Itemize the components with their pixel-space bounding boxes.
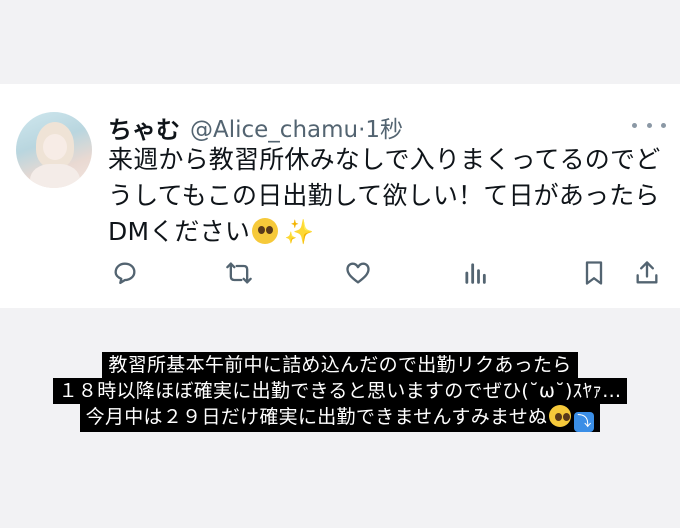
handle-and-time[interactable]: @Alice_chamu·1秒 xyxy=(190,110,403,144)
avatar[interactable] xyxy=(16,112,92,188)
retweet-icon[interactable] xyxy=(222,256,256,290)
more-dot xyxy=(646,122,652,128)
caption-line-1: 教習所基本午前中に詰め込んだので出勤リクあったら xyxy=(102,352,578,378)
avatar-face xyxy=(43,134,67,160)
caption-overlay: 教習所基本午前中に詰め込んだので出勤リクあったら １８時以降ほぼ確実に出勤できる… xyxy=(0,352,680,432)
display-name[interactable]: ちゃむ xyxy=(108,110,180,145)
caption-line-3: 今月中は２９日だけ確実に出勤できませんすみませぬ ⤵ xyxy=(79,404,601,432)
tweet-actions xyxy=(108,256,660,292)
more-dot xyxy=(661,122,666,128)
views-icon[interactable] xyxy=(458,256,492,290)
pleading-face-emoji xyxy=(549,405,572,427)
tweet-header: ちゃむ @Alice_chamu·1秒 xyxy=(108,110,403,145)
down-arrow-emoji: ⤵ xyxy=(574,412,595,432)
tweet-body: 来週から教習所休みなしで入りまくってるのでどうしてもこの日出勤して欲しい！て日が… xyxy=(108,145,661,246)
pleading-face-emoji xyxy=(252,218,279,244)
caption-line-3-text: 今月中は２９日だけ確実に出勤できませんすみませぬ xyxy=(85,406,548,428)
bookmark-icon[interactable] xyxy=(577,256,611,290)
avatar-body xyxy=(30,164,80,188)
more-dot xyxy=(632,122,637,128)
tweet-card[interactable]: ちゃむ @Alice_chamu·1秒 来週から教習所休みなしで入りまくってるの… xyxy=(0,84,680,308)
caption-line-2: １８時以降ほぼ確実に出勤できると思いますのでぜひ(˘ω˘)ｽﾔｧ… xyxy=(52,378,628,404)
reply-icon[interactable] xyxy=(108,256,142,290)
share-icon[interactable] xyxy=(630,256,664,290)
like-icon[interactable] xyxy=(341,256,375,290)
tweet-text: 来週から教習所休みなしで入りまくってるのでどうしてもこの日出勤して欲しい！て日が… xyxy=(108,142,668,250)
more-icon[interactable] xyxy=(632,114,666,136)
sparkles-emoji: ✨ xyxy=(284,218,315,246)
